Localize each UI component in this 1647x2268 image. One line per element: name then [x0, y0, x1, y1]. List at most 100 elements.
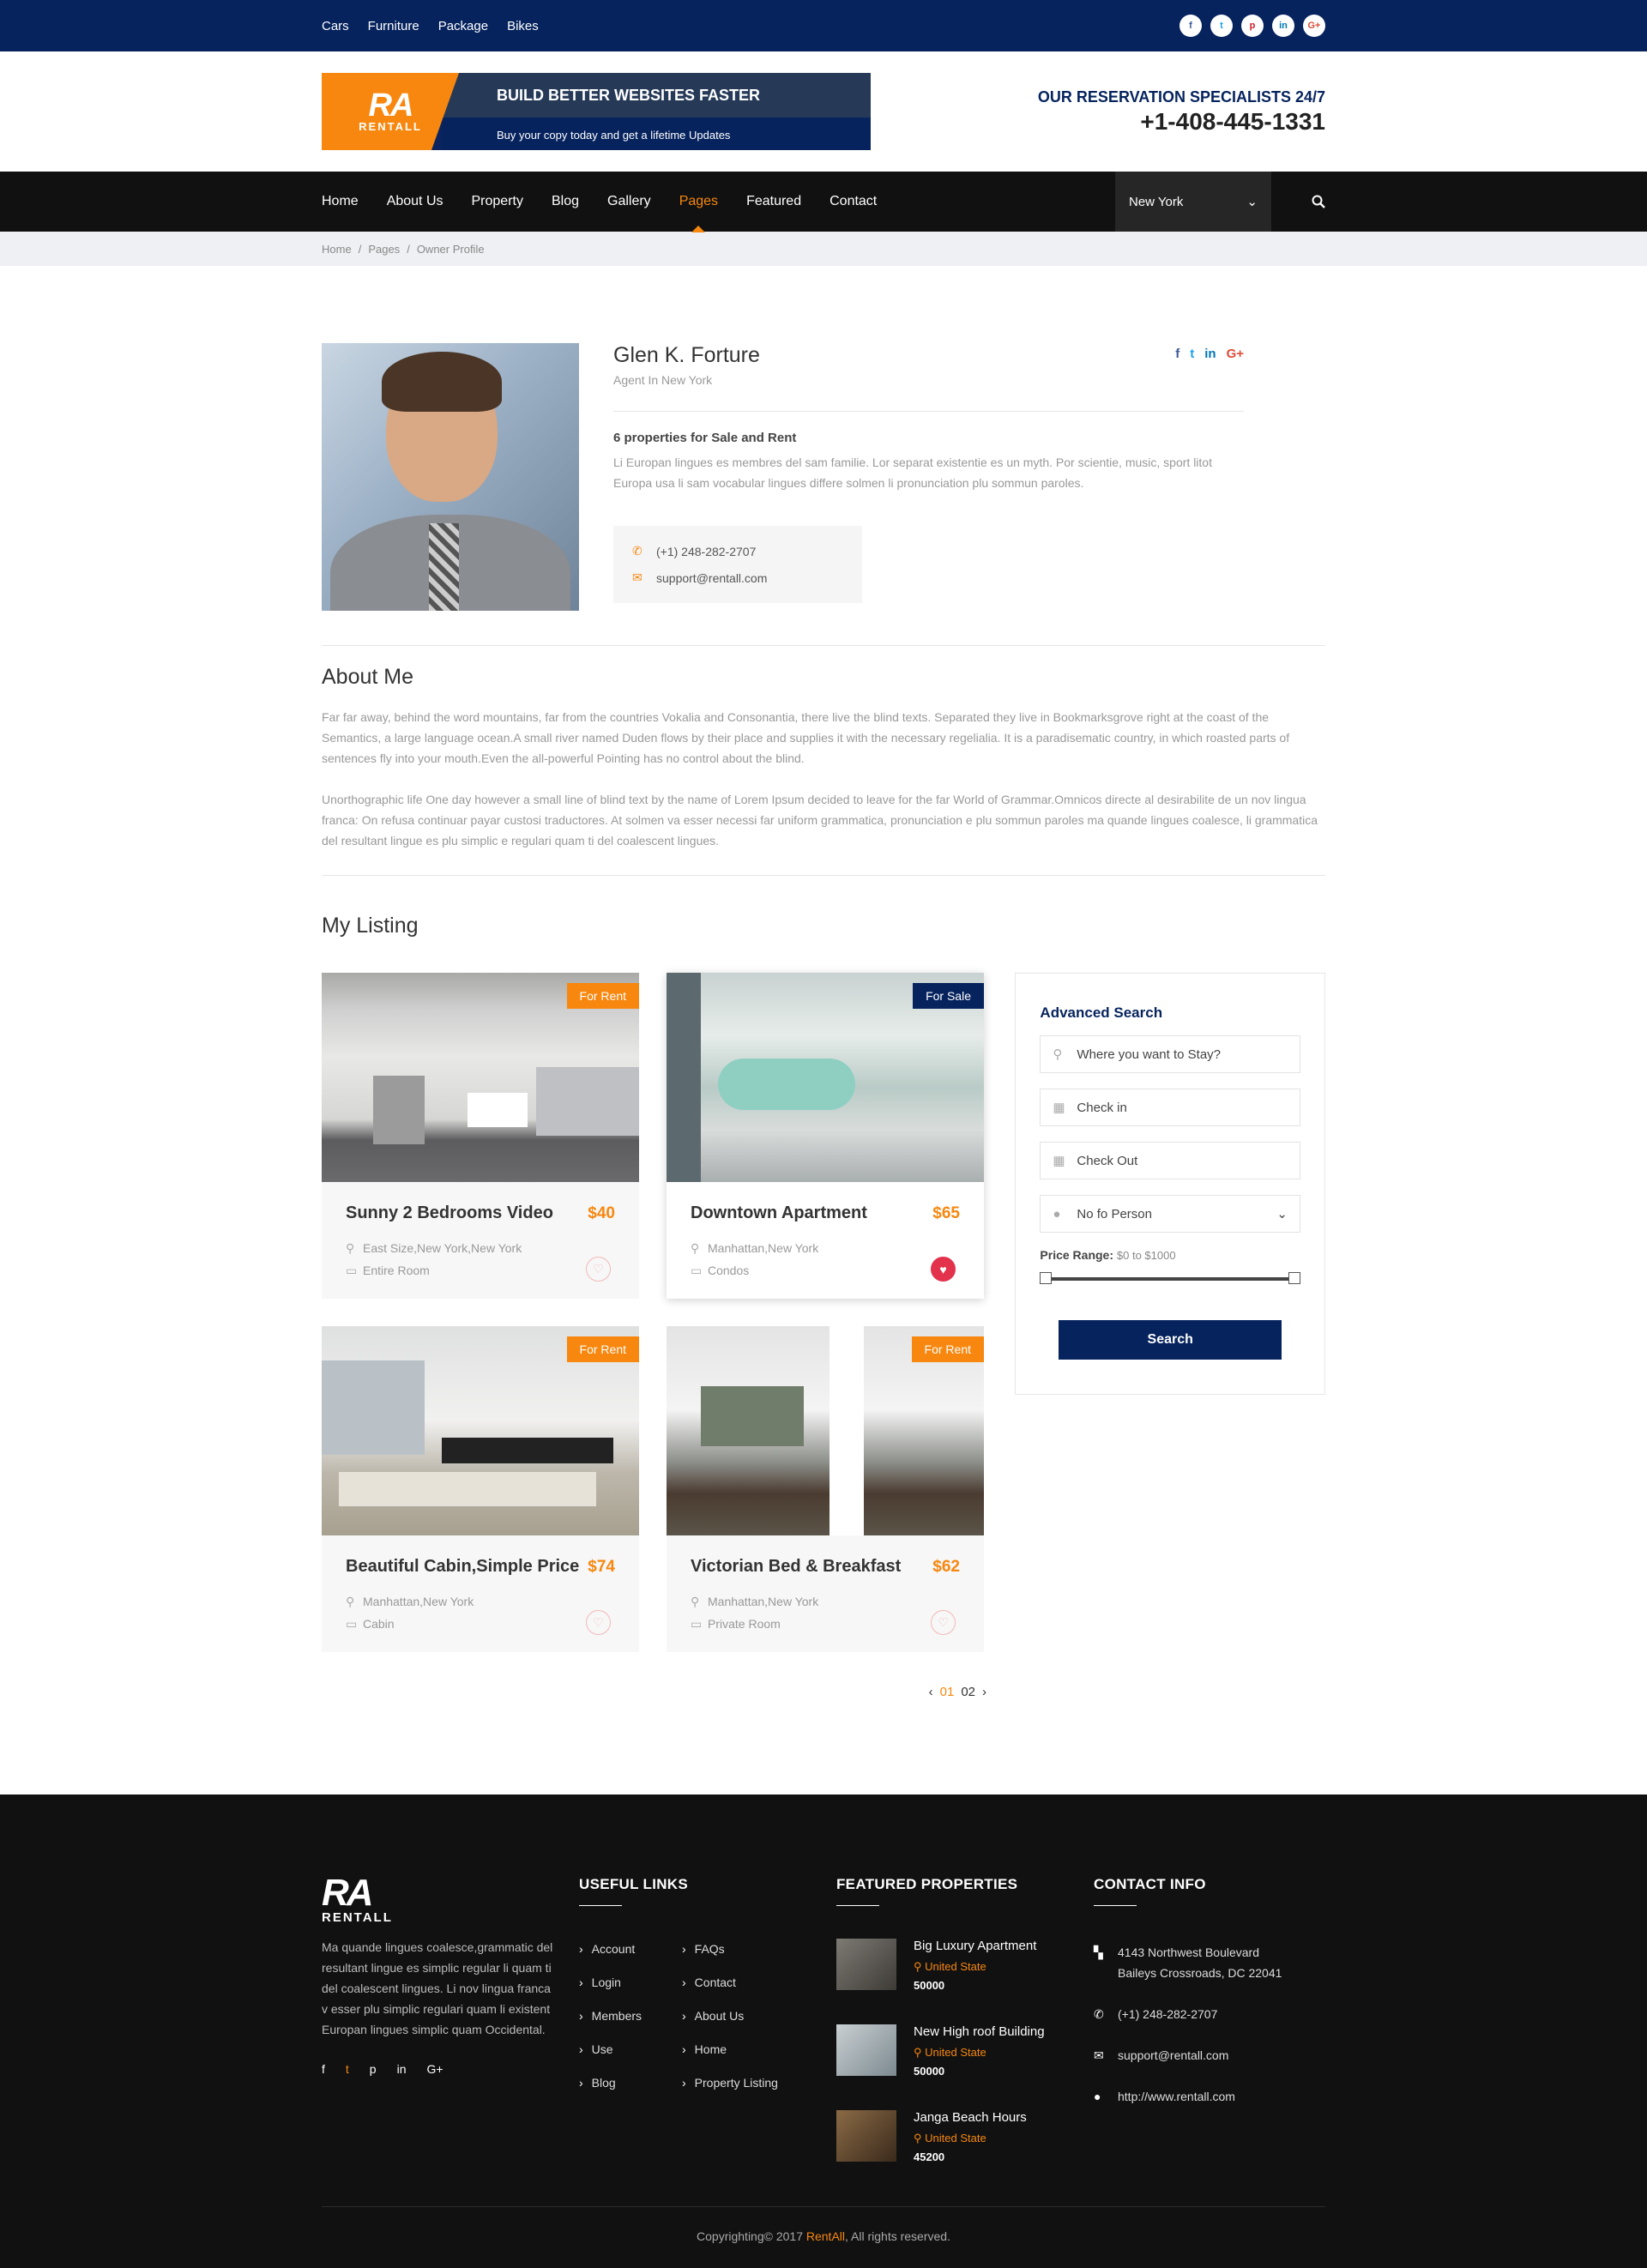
property-title[interactable]: Sunny 2 Bedrooms Video: [346, 1203, 553, 1223]
facebook-icon[interactable]: f: [1179, 15, 1202, 37]
slider-max-handle[interactable]: [1288, 1272, 1301, 1284]
featured-property[interactable]: New High roof Building ⚲ United State 5000…: [836, 2024, 1094, 2078]
linkedin-icon[interactable]: in: [1204, 347, 1216, 361]
profile-email[interactable]: support@rentall.com: [656, 571, 767, 585]
heart-icon[interactable]: ♡: [586, 1257, 611, 1282]
property-thumbnail[interactable]: [836, 2024, 896, 2076]
city-select[interactable]: New York ⌄: [1115, 172, 1271, 232]
property-title[interactable]: Victorian Bed & Breakfast: [691, 1557, 901, 1577]
property-title[interactable]: Downtown Apartment: [691, 1203, 867, 1223]
google-plus-icon[interactable]: G+: [426, 2062, 443, 2076]
heart-icon[interactable]: ♥: [931, 1257, 956, 1282]
facebook-icon[interactable]: f: [322, 2062, 325, 2076]
footer-link-about-us[interactable]: About Us: [682, 2009, 811, 2023]
where-input[interactable]: ⚲ Where you want to Stay?: [1040, 1035, 1300, 1073]
pinterest-icon[interactable]: p: [1241, 15, 1264, 37]
footer-phone[interactable]: (+1) 248-282-2707: [1118, 2004, 1217, 2024]
breadcrumb-pages[interactable]: Pages: [368, 243, 400, 256]
listing-cards: For Rent Sunny 2 Bedrooms Video $40 ⚲ East…: [322, 973, 989, 1652]
nav-contact[interactable]: Contact: [830, 194, 877, 209]
slider-min-handle[interactable]: [1040, 1272, 1053, 1284]
listing-card[interactable]: For Rent Beautiful Cabin,Simple Price $74…: [322, 1326, 639, 1652]
top-link-furniture[interactable]: Furniture: [368, 19, 419, 33]
checkout-input[interactable]: ▦ Check Out: [1040, 1142, 1300, 1179]
folder-icon: ▭: [691, 1264, 703, 1277]
featured-property[interactable]: Janga Beach Hours ⚲ United State 45200: [836, 2110, 1094, 2163]
checkin-input[interactable]: ▦ Check in: [1040, 1089, 1300, 1126]
property-image[interactable]: For Sale: [667, 973, 984, 1182]
listing-card[interactable]: For Rent Victorian Bed & Breakfast $62 ⚲ M…: [667, 1326, 984, 1652]
site-logo[interactable]: RA RENTALL: [322, 73, 459, 150]
footer-link-login[interactable]: Login: [579, 1975, 682, 1989]
nav-about-us[interactable]: About Us: [387, 194, 443, 209]
property-location: East Size,New York,New York: [363, 1241, 522, 1255]
facebook-icon[interactable]: f: [1175, 347, 1179, 361]
twitter-icon[interactable]: t: [1190, 347, 1194, 361]
listing-card[interactable]: For Rent Sunny 2 Bedrooms Video $40 ⚲ East…: [322, 973, 639, 1299]
nav-featured[interactable]: Featured: [746, 194, 801, 209]
footer-website[interactable]: http://www.rentall.com: [1118, 2086, 1235, 2107]
footer-link-use[interactable]: Use: [579, 2042, 682, 2056]
page-2[interactable]: 02: [961, 1685, 975, 1699]
property-image[interactable]: For Rent: [322, 1326, 639, 1535]
search-button[interactable]: Search: [1059, 1320, 1282, 1360]
property-title[interactable]: Beautiful Cabin,Simple Price: [346, 1557, 579, 1577]
top-link-package[interactable]: Package: [438, 19, 488, 33]
heart-icon[interactable]: ♡: [931, 1610, 956, 1635]
footer-link-members[interactable]: Members: [579, 2009, 682, 2023]
envelope-icon: ✉: [632, 570, 643, 584]
reservation-phone[interactable]: +1-408-445-1331: [1038, 108, 1325, 136]
price-range-value: $0 to $1000: [1116, 1249, 1176, 1262]
breadcrumb-home[interactable]: Home: [322, 243, 352, 256]
footer-email[interactable]: support@rentall.com: [1118, 2045, 1228, 2066]
twitter-icon[interactable]: t: [1210, 15, 1233, 37]
copyright-brand-link[interactable]: RentAll: [806, 2229, 845, 2243]
chevron-down-icon: ⌄: [1246, 195, 1258, 209]
google-plus-icon[interactable]: G+: [1303, 15, 1325, 37]
about-paragraph-2: Unorthographic life One day however a sm…: [322, 793, 1318, 847]
top-link-bikes[interactable]: Bikes: [507, 19, 539, 33]
person-select[interactable]: ● No fo Person ⌄: [1040, 1195, 1300, 1233]
footer-logo[interactable]: RA: [322, 1874, 579, 1912]
map-pin-icon: ⚲: [914, 2046, 926, 2059]
property-price: $74: [588, 1557, 615, 1576]
advanced-search: Advanced Search ⚲ Where you want to Stay?…: [1015, 973, 1325, 1395]
property-thumbnail[interactable]: [836, 2110, 896, 2162]
twitter-icon[interactable]: t: [346, 2062, 349, 2076]
nav-gallery[interactable]: Gallery: [607, 194, 651, 209]
nav-blog[interactable]: Blog: [552, 194, 579, 209]
nav-pages[interactable]: Pages: [679, 194, 718, 232]
heart-icon[interactable]: ♡: [586, 1610, 611, 1635]
pinterest-icon[interactable]: p: [370, 2062, 377, 2076]
price-range-slider[interactable]: [1040, 1272, 1301, 1286]
footer-link-property-listing[interactable]: Property Listing: [682, 2076, 811, 2090]
footer-link-home[interactable]: Home: [682, 2042, 811, 2056]
prev-page-button[interactable]: ‹: [929, 1685, 933, 1699]
linkedin-icon[interactable]: in: [397, 2062, 407, 2076]
property-type: Condos: [708, 1264, 750, 1277]
property-image[interactable]: For Rent: [667, 1326, 984, 1535]
ad-banner[interactable]: RA RENTALL BUILD BETTER WEBSITES FASTER …: [322, 73, 871, 150]
top-bar: Cars Furniture Package Bikes f t p in G+: [0, 0, 1647, 51]
listing-title: My Listing: [322, 914, 419, 938]
google-plus-icon[interactable]: G+: [1227, 347, 1244, 361]
property-image[interactable]: For Rent: [322, 973, 639, 1182]
next-page-button[interactable]: ›: [982, 1685, 986, 1699]
footer-link-contact[interactable]: Contact: [682, 1975, 811, 1989]
footer-link-account[interactable]: Account: [579, 1942, 682, 1956]
page-1[interactable]: 01: [940, 1685, 955, 1699]
listing-card[interactable]: For Sale Downtown Apartment $65 ⚲ Manhatta…: [667, 973, 984, 1299]
profile-social: f t in G+: [1175, 347, 1244, 361]
owner-profile: Glen K. Forture Agent In New York f t in…: [322, 343, 1325, 611]
linkedin-icon[interactable]: in: [1272, 15, 1294, 37]
featured-property[interactable]: Big Luxury Apartment ⚲ United State 50000: [836, 1939, 1094, 1992]
profile-phone[interactable]: (+1) 248-282-2707: [656, 545, 756, 558]
footer-link-faqs[interactable]: FAQs: [682, 1942, 811, 1956]
search-icon[interactable]: [1312, 172, 1325, 232]
property-thumbnail[interactable]: [836, 1939, 896, 1990]
footer-link-blog[interactable]: Blog: [579, 2076, 682, 2090]
nav-home[interactable]: Home: [322, 194, 359, 209]
footer-about: Ma quande lingues coalesce,grammatic del…: [322, 1940, 553, 2036]
top-link-cars[interactable]: Cars: [322, 19, 349, 33]
nav-property[interactable]: Property: [472, 194, 523, 209]
